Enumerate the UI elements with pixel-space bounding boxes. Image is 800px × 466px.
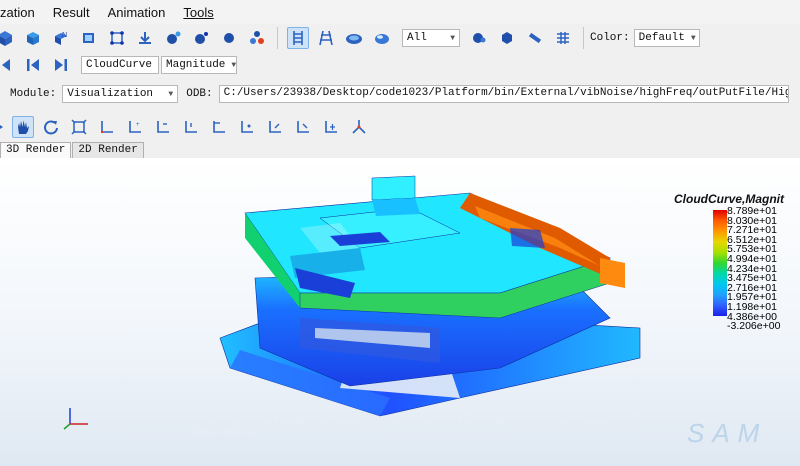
component-select[interactable]: Magnitude ▼ [161, 56, 237, 74]
chevron-down-icon: ▼ [158, 61, 159, 70]
legend-title: CloudCurve,Magnit [674, 192, 784, 206]
surface-disc-icon[interactable] [343, 27, 365, 49]
view-iso-3-icon[interactable] [320, 116, 342, 138]
color-select[interactable]: Default ▼ [633, 29, 700, 47]
module-select-value: Visualization [67, 88, 154, 100]
grid-icon[interactable] [552, 27, 574, 49]
legend-label: -3.206e+00 [727, 320, 781, 333]
sphere-icon[interactable] [218, 27, 240, 49]
legend-labels: 8.789e+01 8.030e+01 7.271e+01 6.512e+01 … [727, 206, 781, 333]
variable-select-value: CloudCurve [86, 59, 153, 71]
pan-hand-icon[interactable] [12, 116, 34, 138]
result-path-text: Result: C:/Users/23938/Desktop/code1023/… [190, 414, 725, 426]
module-select[interactable]: Visualization ▼ [62, 85, 179, 103]
probe-icon[interactable] [524, 27, 546, 49]
view-toolbar: + [0, 112, 800, 142]
view-back-icon[interactable]: + [124, 116, 146, 138]
module-bar: Module: Visualization ▼ ODB: C:/Users/239… [0, 82, 800, 106]
undeformed-shape-icon[interactable] [0, 27, 16, 49]
axis-triad-icon[interactable] [348, 116, 370, 138]
tab-2d-render[interactable]: 2D Render [72, 142, 144, 158]
ladder-view-icon[interactable] [287, 27, 309, 49]
blob-view-icon[interactable] [468, 27, 490, 49]
render-viewport[interactable]: CloudCurve,Magnit 8.789e+01 8.030e+01 7.… [0, 158, 800, 466]
main-toolbar: N All ▼ Color: Default ▼ [0, 24, 800, 52]
color-select-value: Default [638, 32, 685, 44]
fit-view-icon[interactable] [68, 116, 90, 138]
menu-animation[interactable]: Animation [106, 5, 168, 20]
filter-select[interactable]: All ▼ [402, 29, 460, 47]
hexagon-view-icon[interactable] [496, 27, 518, 49]
step-back-icon[interactable] [0, 54, 16, 76]
menu-result[interactable]: Result [51, 5, 92, 20]
chevron-down-icon: ▼ [690, 33, 696, 43]
sphere-plus-icon[interactable] [162, 27, 184, 49]
tab-3d-render[interactable]: 3D Render [0, 142, 72, 158]
color-label: Color: [590, 32, 630, 44]
view-front-icon[interactable] [96, 116, 118, 138]
cluster-icon[interactable] [246, 27, 268, 49]
menu-bar: zation Result Animation Tools [0, 0, 800, 24]
svg-text:+: + [136, 122, 140, 128]
variable-select[interactable]: CloudCurve ▼ [81, 56, 159, 74]
chevron-down-icon: ▼ [450, 33, 455, 43]
view-iso-1-icon[interactable] [264, 116, 286, 138]
step-text: Step: Step-1, [190, 426, 255, 438]
mesh-nodes-icon[interactable] [106, 27, 128, 49]
cube-icon[interactable] [22, 27, 44, 49]
color-legend-bar [713, 210, 727, 316]
rotate-icon[interactable] [40, 116, 62, 138]
svg-text:N: N [62, 32, 67, 39]
menu-tools[interactable]: Tools [181, 5, 215, 20]
menu-arrow-icon[interactable] [0, 116, 6, 138]
sphere-node-icon[interactable] [190, 27, 212, 49]
toolbar-separator [583, 27, 584, 49]
chevron-down-icon: ▼ [231, 60, 237, 70]
view-right-icon[interactable] [236, 116, 258, 138]
axis-triad-icon [63, 408, 88, 430]
view-iso-2-icon[interactable] [292, 116, 314, 138]
view-left-icon[interactable] [208, 116, 230, 138]
odb-path-field[interactable]: C:/Users/23938/Desktop/code1023/Platform… [218, 85, 789, 103]
skip-forward-icon[interactable] [50, 54, 72, 76]
odb-label: ODB: [186, 88, 213, 100]
toolbar-separator [277, 27, 278, 49]
node-labels-icon[interactable]: N [50, 27, 72, 49]
skip-back-icon[interactable] [22, 54, 44, 76]
filter-select-value: All [407, 32, 427, 44]
view-top-icon[interactable] [152, 116, 174, 138]
download-icon[interactable] [134, 27, 156, 49]
chevron-down-icon: ▼ [168, 89, 174, 99]
component-select-value: Magnitude [166, 59, 226, 71]
view-bottom-icon[interactable] [180, 116, 202, 138]
rail-view-icon[interactable] [315, 27, 337, 49]
render-tabs: 3D Render 2D Render [0, 142, 145, 158]
shaded-disc-icon[interactable] [371, 27, 393, 49]
element-labels-icon[interactable] [78, 27, 100, 49]
animation-toolbar: CloudCurve ▼ Magnitude ▼ [0, 52, 800, 78]
sam-watermark: SAM [687, 418, 768, 448]
module-label: Module: [10, 88, 57, 100]
menu-visualization[interactable]: zation [0, 5, 37, 20]
